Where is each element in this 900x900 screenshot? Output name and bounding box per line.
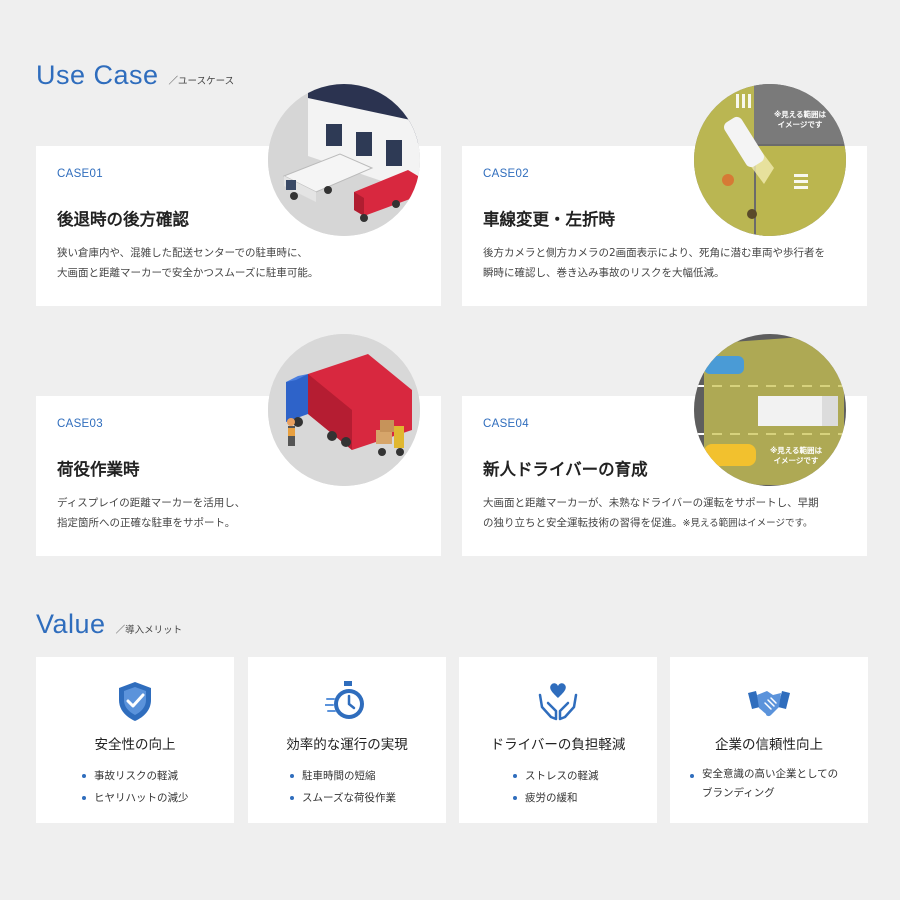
case-desc-note: ※見える範囲はイメージです。 — [682, 518, 813, 529]
case-title: 新人ドライバーの育成 — [483, 460, 648, 479]
value-list-item: ヒヤリハットの減少 — [80, 787, 189, 809]
value-list-item: 事故リスクの軽減 — [80, 765, 189, 787]
case-desc-line: ディスプレイの距離マーカーを活用し、 — [57, 497, 246, 509]
value-list-item: 安全意識の高い企業としての ブランディング — [688, 765, 838, 803]
case-title: 車線変更・左折時 — [483, 210, 615, 229]
value-title: 安全性の向上 — [94, 737, 176, 753]
case-desc-line: 瞬時に確認し、巻き込み事故のリスクを大幅低減。 — [483, 267, 725, 279]
value-list: 事故リスクの軽減 ヒヤリハットの減少 — [80, 765, 189, 809]
case-description: 大画面と距離マーカーが、未熟なドライバーの運転をサポートし、早期 の独り立ちと安… — [483, 493, 855, 534]
case-label: CASE03 — [57, 418, 103, 430]
warehouse-trucks-image — [268, 84, 420, 236]
image-note: ※見える範囲は イメージです — [773, 110, 827, 129]
value-title: ドライバーの負担軽減 — [490, 737, 626, 753]
shield-check-icon — [113, 679, 157, 723]
heart-hands-icon — [536, 679, 580, 723]
case-description: 狭い倉庫内や、混雑した配送センターでの駐車時に、 大画面と距離マーカーで安全かつ… — [57, 243, 429, 283]
case-desc-line: 大画面と距離マーカーで安全かつスムーズに駐車可能。 — [57, 267, 319, 279]
stopwatch-icon — [324, 679, 369, 723]
value-list-text: 安全意識の高い企業としての — [702, 768, 839, 780]
value-card-driver-burden: ドライバーの負担軽減 ストレスの軽減 疲労の緩和 — [459, 657, 657, 823]
value-heading: Value ／導入メリット — [36, 609, 182, 640]
case-label: CASE04 — [483, 418, 529, 430]
case-desc-line: の独り立ちと安全運転技術の習得を促進。※見える範囲はイメージです。 — [483, 513, 855, 534]
usecase-title-en: Use Case — [36, 60, 159, 90]
lane-change-camera-image — [694, 84, 846, 236]
value-list-text: ブランディング — [702, 787, 775, 799]
usecase-title-ja: ／ユースケース — [168, 76, 235, 87]
value-list-item: ストレスの軽減 — [511, 765, 599, 787]
loading-truck-image — [268, 334, 420, 486]
case-desc-line: 指定箇所への正確な駐車をサポート。 — [57, 517, 236, 529]
value-card-trust: 企業の信頼性向上 安全意識の高い企業としての ブランディング — [670, 657, 868, 823]
handshake-icon — [747, 679, 791, 723]
usecase-heading: Use Case ／ユースケース — [36, 60, 234, 91]
value-card-safety: 安全性の向上 事故リスクの軽減 ヒヤリハットの減少 — [36, 657, 234, 823]
case-description: ディスプレイの距離マーカーを活用し、 指定箇所への正確な駐車をサポート。 — [57, 493, 429, 533]
case-title: 後退時の後方確認 — [57, 210, 189, 229]
value-title: 企業の信頼性向上 — [715, 737, 823, 753]
case-desc-line: 後方カメラと側方カメラの2画面表示により、死角に潜む車両や歩行者を — [483, 247, 826, 259]
value-list: ストレスの軽減 疲労の緩和 — [511, 765, 599, 809]
case-title: 荷役作業時 — [57, 460, 140, 479]
case-desc-line: 狭い倉庫内や、混雑した配送センターでの駐車時に、 — [57, 247, 308, 259]
image-note: ※見える範囲は イメージです — [769, 446, 823, 465]
value-title-en: Value — [36, 609, 106, 639]
case-label: CASE02 — [483, 168, 529, 180]
value-list-item: 疲労の緩和 — [511, 787, 599, 809]
value-list: 安全意識の高い企業としての ブランディング — [688, 765, 838, 803]
value-list-item: 駐車時間の短縮 — [288, 765, 396, 787]
value-title-ja: ／導入メリット — [115, 625, 183, 636]
value-title: 効率的な運行の実現 — [286, 737, 408, 753]
case-desc-text: の独り立ちと安全運転技術の習得を促進。 — [483, 517, 683, 529]
case-description: 後方カメラと側方カメラの2画面表示により、死角に潜む車両や歩行者を 瞬時に確認し… — [483, 243, 855, 283]
value-list-item: スムーズな荷役作業 — [288, 787, 396, 809]
case-desc-line: 大画面と距離マーカーが、未熟なドライバーの運転をサポートし、早期 — [483, 497, 819, 509]
case-label: CASE01 — [57, 168, 103, 180]
value-list: 駐車時間の短縮 スムーズな荷役作業 — [288, 765, 396, 809]
value-card-efficiency: 効率的な運行の実現 駐車時間の短縮 スムーズな荷役作業 — [248, 657, 446, 823]
